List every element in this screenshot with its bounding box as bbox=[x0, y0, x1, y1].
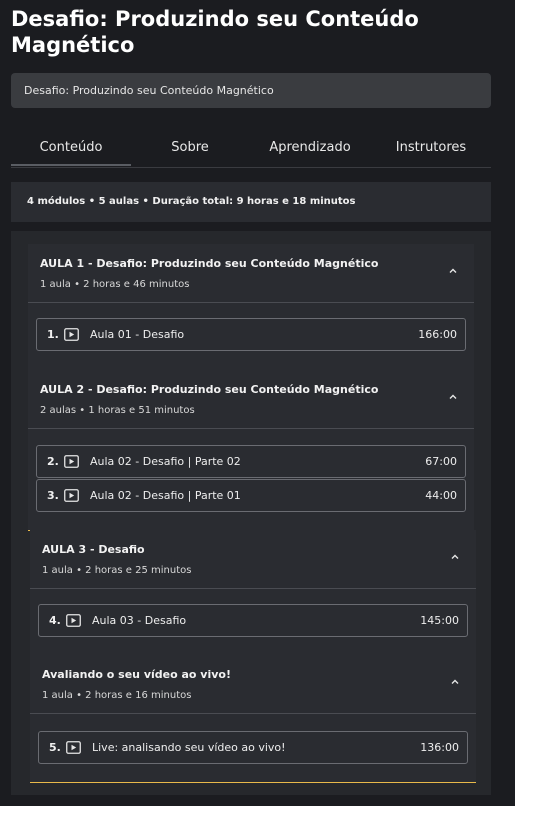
lesson-title: Aula 02 - Desafio | Parte 02 bbox=[90, 455, 241, 468]
tab-conteudo[interactable]: Conteúdo bbox=[11, 130, 131, 166]
tab-instrutores[interactable]: Instrutores bbox=[371, 130, 491, 166]
lesson-duration: 145:00 bbox=[420, 614, 459, 627]
tab-aprendizado[interactable]: Aprendizado bbox=[250, 130, 370, 166]
lesson-item[interactable]: 4. Aula 03 - Desafio 145:00 bbox=[38, 604, 468, 637]
module-header[interactable]: Avaliando o seu vídeo ao vivo! 1 aula • … bbox=[30, 655, 476, 714]
play-video-icon bbox=[66, 741, 81, 754]
module-title: AULA 1 - Desafio: Produzindo seu Conteúd… bbox=[40, 257, 379, 270]
chevron-up-icon[interactable] bbox=[450, 677, 460, 687]
module-1: AULA 1 - Desafio: Produzindo seu Conteúd… bbox=[28, 244, 474, 371]
lesson-duration: 136:00 bbox=[420, 741, 459, 754]
module-subtitle: 2 aulas • 1 horas e 51 minutos bbox=[40, 405, 195, 416]
lesson-duration: 44:00 bbox=[425, 489, 457, 502]
breadcrumb[interactable]: Desafio: Produzindo seu Conteúdo Magnéti… bbox=[11, 73, 491, 108]
module-title: AULA 2 - Desafio: Produzindo seu Conteúd… bbox=[40, 383, 379, 396]
lesson-title: Aula 02 - Desafio | Parte 01 bbox=[90, 489, 241, 502]
course-page: Desafio: Produzindo seu Conteúdo Magnéti… bbox=[0, 0, 515, 806]
module-2: AULA 2 - Desafio: Produzindo seu Conteúd… bbox=[28, 370, 474, 531]
module-header[interactable]: AULA 2 - Desafio: Produzindo seu Conteúd… bbox=[28, 370, 474, 429]
module-subtitle: 1 aula • 2 horas e 25 minutos bbox=[42, 565, 192, 576]
tab-bar: Conteúdo Sobre Aprendizado Instrutores bbox=[11, 130, 491, 168]
play-video-icon bbox=[66, 614, 81, 627]
lesson-duration: 166:00 bbox=[418, 328, 457, 341]
lesson-item[interactable]: 2. Aula 02 - Desafio | Parte 02 67:00 bbox=[36, 445, 466, 478]
tab-sobre[interactable]: Sobre bbox=[130, 130, 250, 166]
lesson-title: Aula 03 - Desafio bbox=[92, 614, 187, 627]
lesson-item[interactable]: 1. Aula 01 - Desafio 166:00 bbox=[36, 318, 466, 351]
chevron-up-icon[interactable] bbox=[448, 392, 458, 402]
module-title: Avaliando o seu vídeo ao vivo! bbox=[42, 668, 231, 681]
modules-panel: AULA 1 - Desafio: Produzindo seu Conteúd… bbox=[11, 231, 491, 795]
module-3: AULA 3 - Desafio 1 aula • 2 horas e 25 m… bbox=[30, 530, 476, 656]
play-video-icon bbox=[64, 489, 79, 502]
lesson-duration: 67:00 bbox=[425, 455, 457, 468]
module-title: AULA 3 - Desafio bbox=[42, 543, 145, 556]
module-header[interactable]: AULA 1 - Desafio: Produzindo seu Conteúd… bbox=[28, 244, 474, 303]
chevron-up-icon[interactable] bbox=[448, 266, 458, 276]
lesson-number: 5. bbox=[49, 741, 61, 754]
module-subtitle: 1 aula • 2 horas e 16 minutos bbox=[42, 690, 192, 701]
lesson-title: Live: analisando seu vídeo ao vivo! bbox=[92, 741, 286, 754]
lesson-item[interactable]: 5. Live: analisando seu vídeo ao vivo! 1… bbox=[38, 731, 468, 764]
lesson-item[interactable]: 3. Aula 02 - Desafio | Parte 01 44:00 bbox=[36, 479, 466, 512]
lesson-title: Aula 01 - Desafio bbox=[90, 328, 185, 341]
lesson-number: 3. bbox=[47, 489, 59, 502]
chevron-up-icon[interactable] bbox=[450, 552, 460, 562]
lesson-number: 4. bbox=[49, 614, 61, 627]
play-video-icon bbox=[64, 455, 79, 468]
lesson-number: 2. bbox=[47, 455, 59, 468]
module-header[interactable]: AULA 3 - Desafio 1 aula • 2 horas e 25 m… bbox=[30, 530, 476, 589]
module-subtitle: 1 aula • 2 horas e 46 minutos bbox=[40, 279, 190, 290]
lesson-number: 1. bbox=[47, 328, 59, 341]
module-4: Avaliando o seu vídeo ao vivo! 1 aula • … bbox=[30, 655, 476, 783]
course-summary: 4 módulos • 5 aulas • Duração total: 9 h… bbox=[11, 182, 491, 222]
page-title: Desafio: Produzindo seu Conteúdo Magnéti… bbox=[11, 7, 419, 57]
play-video-icon bbox=[64, 328, 79, 341]
